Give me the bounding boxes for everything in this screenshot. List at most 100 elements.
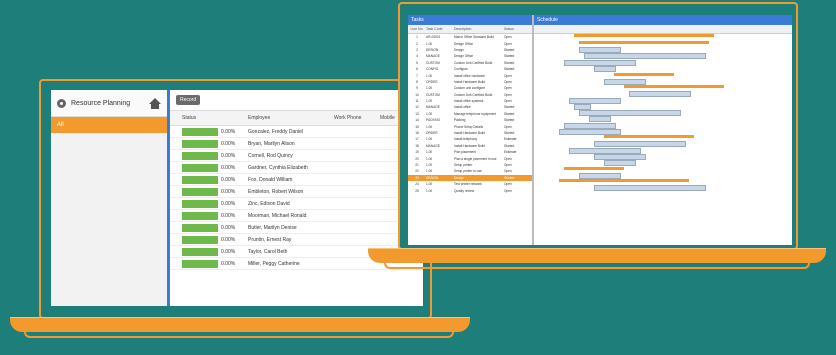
table-row[interactable]: 0.00% Moorman, Michael Ronald	[170, 210, 423, 222]
column-header-task-code[interactable]: Task Code	[426, 27, 454, 31]
task-status: Open	[504, 92, 512, 97]
employee-name: Zinc, Edison David	[248, 200, 290, 207]
task-code: AR-00001	[426, 35, 441, 40]
laptop-left-foot	[24, 332, 454, 338]
status-bar	[182, 151, 218, 160]
task-table: 1 AR-00001 Manor Office Standard Build Open…	[408, 34, 532, 194]
task-status: Estimate	[504, 137, 517, 142]
column-header-work-phone[interactable]: Work Phone	[334, 115, 380, 121]
status-bar	[182, 235, 218, 244]
gantt-bar[interactable]	[594, 66, 616, 72]
task-description: Custom Unit Certified Build	[454, 92, 493, 97]
status-bar	[182, 223, 218, 232]
task-line-no: 22	[415, 169, 419, 174]
status-cell: 0.00%	[182, 235, 248, 244]
status-cell: 0.00%	[182, 151, 248, 160]
task-description: Packing	[454, 118, 466, 123]
task-status: Open	[504, 41, 512, 46]
task-line-no: 9	[416, 86, 418, 91]
table-row[interactable]: 0.00% Zinc, Edison David	[170, 198, 423, 210]
task-code: MANAGE	[426, 105, 440, 110]
table-row[interactable]: 0.00% Fox, Donald William	[170, 174, 423, 186]
task-row[interactable]: 25 1.00 Quality review Open	[408, 187, 532, 193]
status-value: 0.00%	[221, 128, 236, 135]
task-status: Started	[504, 118, 515, 123]
task-line-no: 16	[415, 131, 419, 136]
table-row[interactable]: 0.00% Pruntin, Ernest Ray	[170, 234, 423, 246]
task-line-no: 20	[415, 156, 419, 161]
task-line-no: 10	[415, 92, 419, 97]
task-status: Started	[504, 47, 515, 52]
status-value: 0.00%	[221, 260, 236, 267]
schedule-panel-title: Schedule	[534, 15, 792, 25]
status-cell: 0.00%	[182, 127, 248, 136]
status-bar	[182, 163, 218, 172]
task-line-no: 1	[416, 35, 418, 40]
task-code: DESIGN	[426, 175, 439, 180]
task-description: Manor Office Standard Build	[454, 35, 494, 40]
gantt-area	[534, 33, 792, 245]
sidebar-item-all[interactable]: All	[51, 117, 167, 133]
task-code: 1.00	[426, 41, 433, 46]
task-code: 1.00	[426, 182, 433, 187]
gantt-bar[interactable]	[614, 73, 674, 76]
gantt-screen: Tasks Line No. Task Code Description Sta…	[408, 15, 792, 245]
task-line-no: 14	[415, 118, 419, 123]
status-value: 0.00%	[221, 212, 236, 219]
task-line-no: 3	[416, 47, 418, 52]
status-value: 0.00%	[221, 164, 236, 171]
employee-name: Cornell, Rod Quincy	[248, 152, 293, 159]
status-bar	[182, 211, 218, 220]
task-status: Started	[504, 131, 515, 136]
task-code: CONFIG	[426, 67, 439, 72]
task-line-no: 7	[416, 73, 418, 78]
task-description: Custom unit configure	[454, 86, 486, 91]
status-value: 0.00%	[221, 140, 236, 147]
gantt-bar[interactable]	[579, 41, 709, 44]
gear-icon[interactable]	[57, 98, 66, 108]
employee-name: Bryan, Marilyn Alison	[248, 140, 295, 147]
table-row[interactable]: 0.00% Embleton, Robert Wilson	[170, 186, 423, 198]
table-row[interactable]: 0.00% Gardner, Cynthia Elizabeth	[170, 162, 423, 174]
task-line-no: 2	[416, 41, 418, 46]
task-code: MANAGE	[426, 143, 440, 148]
gantt-bar[interactable]	[564, 167, 624, 170]
table-row[interactable]: 0.00% Cornell, Rod Quincy	[170, 150, 423, 162]
gantt-bar[interactable]	[589, 116, 611, 122]
status-value: 0.00%	[221, 200, 236, 207]
gantt-bar[interactable]	[574, 34, 714, 37]
task-code: 1.00	[426, 169, 433, 174]
main-panel: Record Status Employee Work Phone Mobile…	[170, 90, 423, 306]
column-header-status[interactable]: Status	[504, 27, 528, 31]
gantt-bar[interactable]	[604, 135, 694, 138]
gantt-bar[interactable]	[604, 160, 636, 166]
table-row[interactable]: 0.00% Butler, Marilyn Denise	[170, 222, 423, 234]
column-header-status[interactable]: Status	[182, 115, 248, 121]
column-header-employee[interactable]: Employee	[248, 115, 334, 121]
task-code: MANAGE	[426, 54, 440, 59]
table-row[interactable]: 0.00% Gonzalez, Freddy Daniel	[170, 126, 423, 138]
task-description: Plan a single pavement in use	[454, 156, 497, 161]
gantt-bar[interactable]	[559, 179, 689, 182]
task-status: Open	[504, 169, 512, 174]
column-header-line[interactable]: Line No.	[408, 27, 426, 31]
task-status: Started	[504, 111, 515, 116]
task-description: Test printer network	[454, 182, 482, 187]
gantt-bar[interactable]	[594, 185, 706, 191]
task-line-no: 5	[416, 60, 418, 65]
task-description: Setup printer	[454, 163, 473, 167]
tasks-panel-title: Tasks	[408, 15, 532, 25]
home-icon[interactable]	[149, 98, 161, 109]
task-line-no: 17	[415, 137, 419, 142]
column-header-description[interactable]: Description	[454, 27, 504, 31]
status-cell: 0.00%	[182, 259, 248, 268]
table-row[interactable]: 0.00% Bryan, Marilyn Alison	[170, 138, 423, 150]
gantt-bar[interactable]	[584, 53, 706, 59]
gantt-bar[interactable]	[629, 91, 691, 97]
task-status: Open	[504, 182, 512, 187]
task-code: 1.00	[426, 86, 433, 91]
task-line-no: 12	[415, 105, 419, 110]
gantt-bar[interactable]	[624, 85, 724, 88]
gantt-bar[interactable]	[594, 141, 686, 147]
record-button[interactable]: Record	[176, 95, 201, 105]
